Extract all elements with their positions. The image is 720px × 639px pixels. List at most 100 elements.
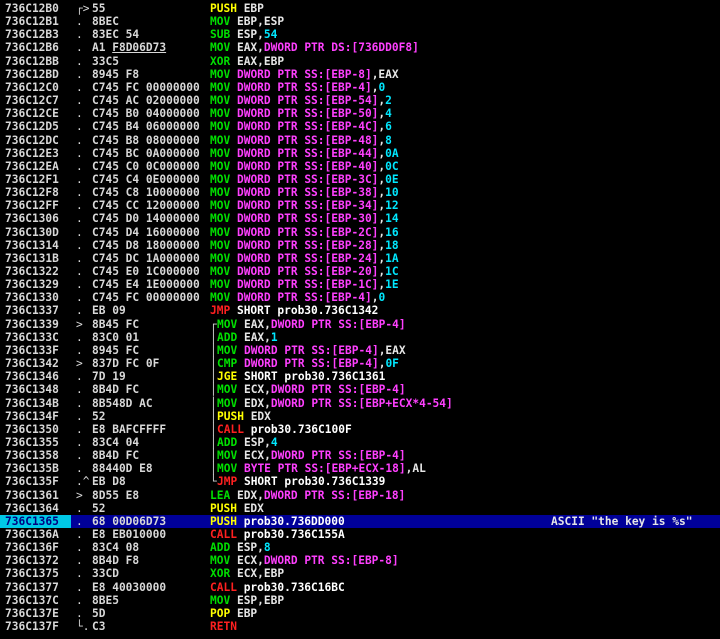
flow-marker: .	[76, 15, 83, 29]
disasm-row[interactable]: 736C12CE. C745 B0 04000000 MOV DWORD PTR S…	[0, 107, 720, 120]
disasm-row[interactable]: 736C1346. 7D 19 │ JGE SHORT prob30.736C1361	[0, 370, 720, 383]
hex-bytes: C745 C0 0C000000	[92, 159, 200, 173]
address: 736C12DC	[5, 133, 59, 147]
disasm-row[interactable]: 736C1350. E8 BAFCFFFF │ CALL prob30.736C100…	[0, 423, 720, 436]
flow-marker: >	[76, 317, 83, 331]
flow-marker: .	[76, 265, 83, 278]
disasm-row[interactable]: 736C12EA. C745 C0 0C000000 MOV DWORD PTR S…	[0, 160, 720, 173]
instruction: POP EBP	[210, 606, 258, 620]
disasm-row[interactable]: 736C12FF. C745 CC 12000000 MOV DWORD PTR S…	[0, 199, 720, 212]
address: 736C1348	[5, 383, 59, 397]
disasm-row[interactable]: 736C12B0 ┌> 55 PUSH EBP	[0, 2, 720, 15]
disasm-row[interactable]: 736C1322. C745 E0 1C000000 MOV DWORD PTR S…	[0, 265, 720, 278]
instruction: MOV DWORD PTR SS:[EBP-40],0C	[210, 159, 399, 173]
disasm-row[interactable]: 736C12C0. C745 FC 00000000 MOV DWORD PTR S…	[0, 81, 720, 94]
disasm-row[interactable]: 736C1355. 83C4 04 │ ADD ESP,4	[0, 436, 720, 449]
flow-marker: .	[76, 409, 83, 423]
disasm-row[interactable]: 736C135F .^ EB D8 └ JMP SHORT prob30.736C133…	[0, 475, 720, 488]
disasm-row[interactable]: 736C136A. E8 EB010000 CALL prob30.736C155A	[0, 528, 720, 541]
disasm-row[interactable]: 736C130D. C745 D4 16000000 MOV DWORD PTR S…	[0, 226, 720, 239]
disasm-row[interactable]: 736C1329. C745 E4 1E000000 MOV DWORD PTR S…	[0, 278, 720, 291]
instruction: MOV DWORD PTR SS:[EBP-3C],0E	[210, 172, 399, 186]
hex-bytes: 8B4D FC	[92, 449, 140, 463]
disasm-row[interactable]: 736C1314. C745 D8 18000000 MOV DWORD PTR S…	[0, 239, 720, 252]
flow-marker: .	[76, 462, 83, 476]
address: 736C1375	[5, 567, 59, 581]
disasm-row[interactable]: 736C1361 >8D55 E8 LEA EDX,DWORD PTR SS:[EB…	[0, 489, 720, 502]
disasm-row[interactable]: 736C12B6. A1 F8D06D73 MOV EAX,DWORD PTR DS…	[0, 41, 720, 54]
disasm-row[interactable]: 736C12E3. C745 BC 0A000000 MOV DWORD PTR S…	[0, 147, 720, 160]
address: 736C135B	[5, 462, 59, 476]
address: 736C1350	[5, 422, 59, 436]
disasm-row[interactable]: 736C1377. E8 40030000 CALL prob30.736C16BC	[0, 581, 720, 594]
instruction: CALL prob30.736C155A	[210, 528, 345, 541]
disasm-row[interactable]: 736C134F. 52 │ PUSH EDX	[0, 410, 720, 423]
address: 736C130D	[5, 225, 59, 239]
disasm-row[interactable]: 736C133C. 83C0 01 │ ADD EAX,1	[0, 331, 720, 344]
disasm-row[interactable]: 736C1342 >837D FC 0F │ CMP DWORD PTR SS:[EB…	[0, 357, 720, 370]
disasm-row[interactable]: 736C12D5. C745 B4 06000000 MOV DWORD PTR S…	[0, 120, 720, 133]
instruction: JGE SHORT prob30.736C1361	[217, 370, 386, 384]
disasm-row[interactable]: 736C137E. 5D POP EBP	[0, 607, 720, 620]
disasm-row[interactable]: 736C12C7. C745 AC 02000000 MOV DWORD PTR S…	[0, 94, 720, 107]
disasm-row[interactable]: 736C137F └. C3 RETN	[0, 620, 720, 633]
address: 736C12D5	[5, 120, 59, 134]
flow-marker: └.	[76, 620, 90, 634]
disasm-row[interactable]: 736C12BD. 8945 F8 MOV DWORD PTR SS:[EBP-8]…	[0, 68, 720, 81]
disasm-row[interactable]: 736C12F8. C745 C8 10000000 MOV DWORD PTR S…	[0, 186, 720, 199]
disasm-row[interactable]: 736C133F. 8945 FC │ MOV DWORD PTR SS:[EBP-4…	[0, 344, 720, 357]
disasm-row[interactable]: 736C1337. EB 09 JMP SHORT prob30.736C1342	[0, 304, 720, 317]
instruction: ADD EAX,1	[217, 330, 278, 344]
disasm-row[interactable]: 736C137C. 8BE5 MOV ESP,EBP	[0, 594, 720, 607]
address: 736C137E	[5, 606, 59, 620]
disasm-row[interactable]: 736C12DC. C745 B8 08000000 MOV DWORD PTR S…	[0, 134, 720, 147]
address: 736C1346	[5, 370, 59, 384]
hex-bytes: 8BE5	[92, 593, 119, 607]
disasm-row[interactable]: 736C134B. 8B548D AC │ MOV EDX,DWORD PTR SS:…	[0, 397, 720, 410]
disasm-row[interactable]: 736C1306. C745 D0 14000000 MOV DWORD PTR S…	[0, 212, 720, 225]
disasm-row[interactable]: 736C12F1. C745 C4 0E000000 MOV DWORD PTR S…	[0, 173, 720, 186]
address: 736C1337	[5, 304, 59, 318]
hex-bytes: C745 CC 12000000	[92, 199, 200, 213]
disasm-row[interactable]: 736C1372. 8B4D F8 MOV ECX,DWORD PTR SS:[EB…	[0, 554, 720, 567]
flow-marker: .	[76, 383, 83, 397]
disasm-row[interactable]: 736C12B3. 83EC 54 SUB ESP,54	[0, 28, 720, 41]
disassembly-pane[interactable]: 736C12B0 ┌> 55 PUSH EBP 736C12B1. 8BEC MOV EBP…	[0, 0, 720, 639]
flow-marker: .^	[76, 475, 90, 489]
flow-marker: .	[76, 54, 83, 68]
instruction: MOV BYTE PTR SS:[EBP+ECX-18],AL	[217, 462, 426, 476]
instruction: MOV DWORD PTR SS:[EBP-34],12	[210, 199, 399, 213]
disasm-row[interactable]: 736C136F. 83C4 08 ADD ESP,8	[0, 541, 720, 554]
disasm-row[interactable]: 736C1364. 52 PUSH EDX	[0, 502, 720, 515]
address: 736C1355	[5, 435, 59, 449]
instruction: MOV DWORD PTR SS:[EBP-48],8	[210, 133, 392, 147]
hex-bytes: C745 D0 14000000	[92, 212, 200, 226]
instruction: MOV EAX,DWORD PTR SS:[EBP-4]	[217, 317, 406, 331]
instruction: MOV DWORD PTR SS:[EBP-1C],1E	[210, 278, 399, 292]
selected-disasm-row[interactable]: 736C1365. 68 00D06D73 PUSH prob30.736DD000…	[0, 514, 720, 528]
hex-bytes: C745 B0 04000000	[92, 107, 200, 121]
hex-bytes: 33C5	[92, 54, 119, 68]
disasm-row[interactable]: 736C135B. 88440D E8 │ MOV BYTE PTR SS:[EBP+…	[0, 462, 720, 475]
disasm-row[interactable]: 736C131B. C745 DC 1A000000 MOV DWORD PTR S…	[0, 252, 720, 265]
hex-bytes: 52	[92, 409, 106, 423]
flow-marker: .	[76, 422, 83, 436]
disasm-row[interactable]: 736C12BB. 33C5 XOR EAX,EBP	[0, 55, 720, 68]
instruction: LEA EDX,DWORD PTR SS:[EBP-18]	[210, 488, 406, 502]
hex-bytes: 83EC 54	[92, 28, 140, 42]
disasm-row[interactable]: 736C1348. 8B4D FC │ MOV ECX,DWORD PTR SS:[E…	[0, 383, 720, 396]
disasm-row[interactable]: 736C12B1. 8BEC MOV EBP,ESP	[0, 15, 720, 28]
hex-bytes: C745 FC 00000000	[92, 291, 200, 305]
flow-marker: .	[76, 435, 83, 449]
disasm-row[interactable]: 736C1375. 33CD XOR ECX,EBP	[0, 567, 720, 580]
address: 736C1342	[5, 357, 59, 371]
flow-marker: .	[76, 133, 83, 147]
flow-marker: .	[76, 278, 83, 292]
disasm-row[interactable]: 736C1330. C745 FC 00000000 MOV DWORD PTR S…	[0, 291, 720, 304]
instruction: CMP DWORD PTR SS:[EBP-4],0F	[217, 357, 399, 371]
disasm-row[interactable]: 736C1339 >8B45 FC ┌ MOV EAX,DWORD PTR SS:[E…	[0, 318, 720, 331]
instruction: MOV DWORD PTR SS:[EBP-4],EAX	[217, 343, 406, 357]
address: 736C1358	[5, 449, 59, 463]
hex-bytes: 8B45 FC	[92, 317, 140, 331]
disasm-row[interactable]: 736C1358. 8B4D FC │ MOV ECX,DWORD PTR SS:[E…	[0, 449, 720, 462]
